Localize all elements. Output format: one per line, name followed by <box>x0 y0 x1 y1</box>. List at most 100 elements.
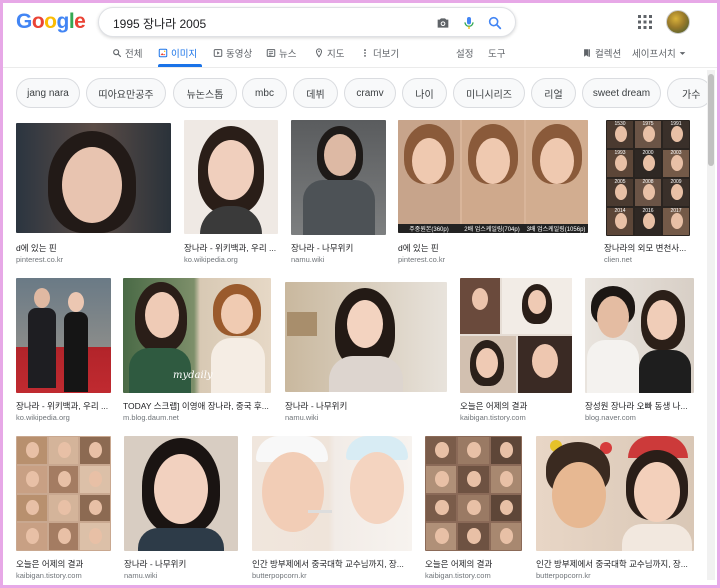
result-thumbnail[interactable]: 1530 1975 1991 1993 2000 2003 2005 2008 2009 2014… <box>606 120 690 236</box>
microphone-icon[interactable] <box>461 15 477 31</box>
tab-videos[interactable]: 동영상 <box>213 46 252 60</box>
image-result[interactable]: 오늘은 어제의 결과 kaibigan.tistory.com <box>16 436 111 580</box>
collage-year-label: 2008 <box>642 179 654 185</box>
result-caption[interactable]: 오늘은 어제의 결과 <box>16 558 111 570</box>
result-caption[interactable]: d에 있는 핀 <box>16 242 171 254</box>
chip-debut[interactable]: 데뷔 <box>293 78 338 108</box>
search-box[interactable] <box>98 7 516 37</box>
image-result[interactable]: 인간 방부제에서 중국대학 교수님까지, 장... butterpopcorn.… <box>536 436 694 580</box>
tab-maps[interactable]: 지도 <box>314 46 344 60</box>
collage-year-label: 1991 <box>670 121 682 127</box>
image-result[interactable]: 오늘은 어제의 결과 kaibigan.tistory.com <box>425 436 522 580</box>
image-result[interactable]: 장나라 - 나무위키 namu.wiki <box>285 282 447 422</box>
image-result[interactable]: 장나라 - 나무위키 namu.wiki <box>291 120 386 264</box>
result-caption[interactable]: 장성원 장나라 오빠 동생 나... <box>585 400 694 412</box>
result-source: clien.net <box>604 255 632 264</box>
chip-miniseries[interactable]: 미니시리즈 <box>453 78 525 108</box>
result-thumbnail[interactable] <box>536 436 694 551</box>
result-thumbnail[interactable] <box>585 278 694 393</box>
tab-label: 지도 <box>327 49 345 60</box>
chip-princess[interactable]: 띠아요만공주 <box>86 78 166 108</box>
chip-age[interactable]: 나이 <box>402 78 447 108</box>
collage-cell: 2017 <box>663 208 689 235</box>
result-caption[interactable]: TODAY 스크랩] 이영애 장나라, 중국 후... <box>123 400 271 412</box>
chip-cramv[interactable]: cramv <box>344 78 396 108</box>
result-thumbnail[interactable] <box>291 120 386 235</box>
chip-nonstop[interactable]: 뉴논스톱 <box>173 78 237 108</box>
tab-label: 동영상 <box>226 49 253 60</box>
result-caption[interactable]: 장나라 - 나무위키 <box>285 400 447 412</box>
result-caption[interactable]: 인간 방부제에서 중국대학 교수님까지, 장... <box>252 558 412 570</box>
image-result[interactable]: mydaily TODAY 스크랩] 이영애 장나라, 중국 후... m.bl… <box>123 278 271 422</box>
tab-news[interactable]: 뉴스 <box>266 46 296 60</box>
bookmark-icon <box>584 49 590 57</box>
avatar[interactable] <box>666 10 690 34</box>
image-result[interactable]: 장나라 - 나무위키 namu.wiki <box>124 436 238 580</box>
logo-letter: o <box>44 10 57 33</box>
search-icon <box>113 49 122 58</box>
tab-label: 세이프서치 <box>632 49 676 60</box>
result-thumbnail[interactable]: 주중원본(360p) 2배 업스케일링(704p) 3배 업스케일링(1056p… <box>398 120 588 233</box>
logo-letter: e <box>74 10 86 33</box>
page-scrollbar[interactable] <box>707 70 715 580</box>
result-caption[interactable]: d에 있는 핀 <box>398 242 588 254</box>
result-thumbnail[interactable] <box>425 436 522 551</box>
collage-cell <box>426 465 457 493</box>
image-result[interactable]: 장나라 - 위키백과, 우리 ... ko.wikipedia.org <box>184 120 278 264</box>
result-thumbnail[interactable] <box>16 436 111 551</box>
result-caption[interactable]: 인간 방부제에서 중국대학 교수님까지, 장... <box>536 558 694 570</box>
tab-tools[interactable]: 도구 <box>488 46 505 60</box>
tab-all[interactable]: 전체 <box>112 46 142 60</box>
image-icon <box>158 48 168 58</box>
chip-sweet-dream[interactable]: sweet dream <box>582 78 661 108</box>
result-caption[interactable]: 오늘은 어제의 결과 <box>460 400 572 412</box>
result-thumbnail[interactable] <box>184 120 278 234</box>
tab-label: 도구 <box>488 49 506 60</box>
result-thumbnail[interactable] <box>124 436 238 551</box>
image-result[interactable]: 오늘은 어제의 결과 kaibigan.tistory.com <box>460 278 572 422</box>
tab-settings[interactable]: 설정 <box>456 46 473 60</box>
collage-cell <box>80 465 110 493</box>
image-result[interactable]: 장나라 - 위키백과, 우리 ... ko.wikipedia.org <box>16 278 111 422</box>
result-caption[interactable]: 장나라 - 나무위키 <box>124 558 238 570</box>
image-result[interactable]: 주중원본(360p) 2배 업스케일링(704p) 3배 업스케일링(1056p… <box>398 120 588 264</box>
result-caption[interactable]: 장나라 - 위키백과, 우리 ... <box>184 242 278 254</box>
result-thumbnail[interactable]: mydaily <box>123 278 271 393</box>
tab-safesearch[interactable]: 세이프서치 <box>632 46 686 60</box>
image-result[interactable]: 인간 방부제에서 중국대학 교수님까지, 장... butterpopcorn.… <box>252 436 412 580</box>
camera-icon[interactable] <box>435 15 451 31</box>
collage-cell <box>490 465 521 493</box>
search-input[interactable] <box>113 14 413 32</box>
search-icon[interactable] <box>487 15 503 31</box>
overlay-label: 2배 업스케일링(704p) <box>464 227 520 233</box>
result-caption[interactable]: 장나라의 외모 변천사... <box>604 242 690 254</box>
result-caption[interactable]: 오늘은 어제의 결과 <box>425 558 522 570</box>
result-thumbnail[interactable] <box>285 282 447 392</box>
image-result[interactable]: d에 있는 핀 pinterest.co.kr <box>16 123 171 264</box>
result-source: namu.wiki <box>285 413 319 422</box>
result-thumbnail[interactable] <box>460 278 572 393</box>
tab-label: 뉴스 <box>279 49 297 60</box>
chip-real[interactable]: 리얼 <box>531 78 576 108</box>
result-thumbnail[interactable] <box>16 278 111 393</box>
result-source: kaibigan.tistory.com <box>425 571 491 580</box>
google-logo[interactable]: Google <box>16 10 86 34</box>
result-caption[interactable]: 장나라 - 나무위키 <box>291 242 386 254</box>
collage-year-label: 2017 <box>670 208 682 214</box>
tab-more[interactable]: 더보기 <box>360 46 399 60</box>
result-caption[interactable]: 장나라 - 위키백과, 우리 ... <box>16 400 111 412</box>
result-thumbnail[interactable] <box>252 436 412 551</box>
tab-images[interactable]: 이미지 <box>158 46 197 60</box>
chip-singer[interactable]: 가수 <box>667 78 712 108</box>
chip-mbc[interactable]: mbc <box>242 78 287 108</box>
apps-icon[interactable] <box>638 15 652 29</box>
tab-collections[interactable]: 컬렉션 <box>582 46 621 60</box>
collage-cell <box>80 523 110 550</box>
scrollbar-thumb[interactable] <box>708 74 714 166</box>
result-thumbnail[interactable] <box>16 123 171 233</box>
image-result[interactable]: 장성원 장나라 오빠 동생 나... blog.naver.com <box>585 278 694 422</box>
collage-year-label: 2005 <box>614 179 626 185</box>
collage-cell <box>426 494 457 522</box>
chip-jang-nara[interactable]: jang nara <box>16 78 80 108</box>
image-result[interactable]: 1530 1975 1991 1993 2000 2003 2005 2008 2009 2014… <box>604 120 690 264</box>
